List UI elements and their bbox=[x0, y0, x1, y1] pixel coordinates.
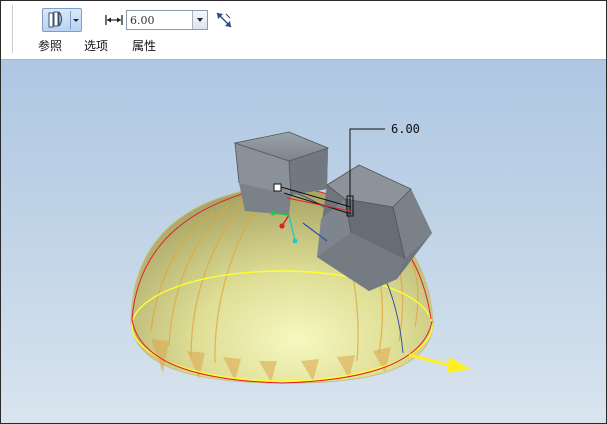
chevron-down-icon[interactable] bbox=[71, 9, 81, 31]
graphics-viewport[interactable]: 6.00 bbox=[1, 60, 606, 423]
depth-type-split-button[interactable] bbox=[42, 8, 82, 32]
dimension-label[interactable]: 6.00 bbox=[391, 122, 420, 136]
depth-value-input[interactable] bbox=[127, 11, 194, 29]
app-window: 参照 选项 属性 bbox=[0, 0, 607, 424]
dashboard-separator bbox=[12, 5, 13, 53]
flip-direction-icon[interactable] bbox=[214, 10, 234, 30]
extrude-to-surface-icon[interactable] bbox=[43, 9, 70, 31]
tab-references[interactable]: 参照 bbox=[38, 38, 62, 54]
depth-value-combo[interactable] bbox=[126, 10, 208, 30]
feature-dashboard: 参照 选项 属性 bbox=[1, 1, 606, 60]
dimension-arrows-icon bbox=[105, 15, 123, 25]
tab-options[interactable]: 选项 bbox=[84, 38, 108, 54]
model-canvas[interactable]: 6.00 bbox=[1, 60, 606, 423]
depth-dropdown-icon[interactable] bbox=[192, 11, 207, 29]
direction-arrow[interactable] bbox=[408, 353, 471, 373]
tab-properties[interactable]: 属性 bbox=[132, 38, 156, 54]
drag-handle[interactable] bbox=[273, 183, 282, 192]
